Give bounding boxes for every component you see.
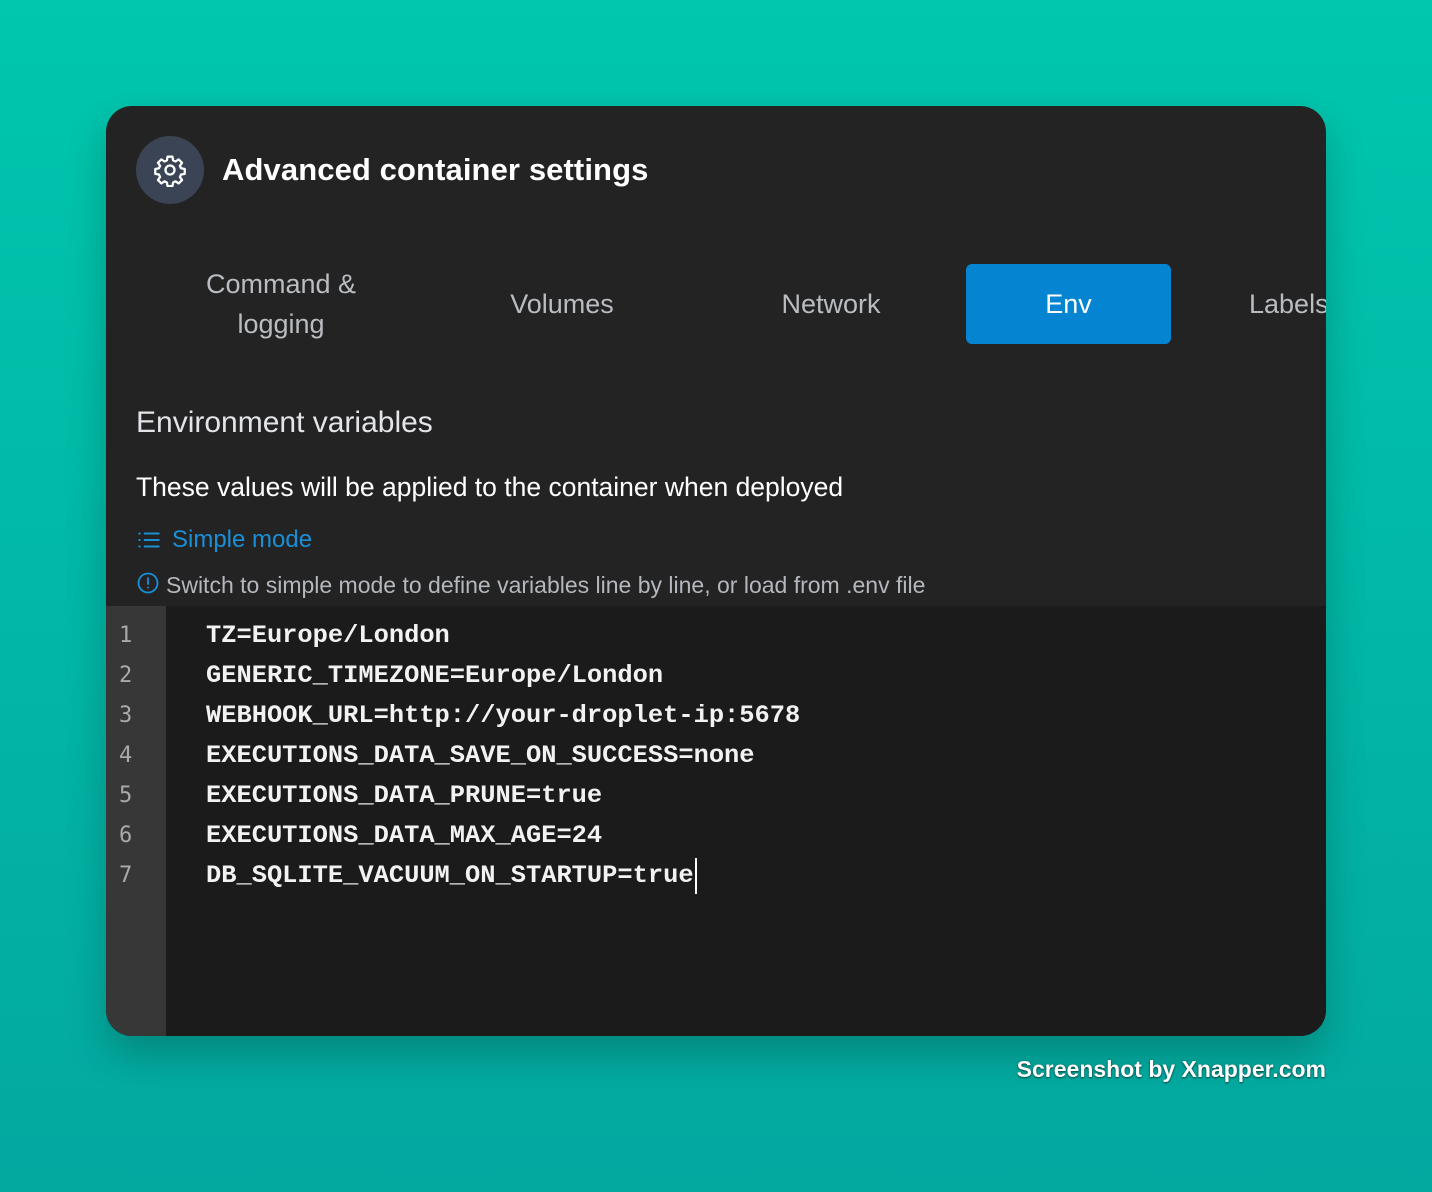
line-number: 6 bbox=[119, 823, 133, 848]
gear-icon bbox=[136, 136, 204, 204]
simple-mode-label: Simple mode bbox=[172, 526, 313, 553]
tab-label: Labels bbox=[1249, 289, 1326, 319]
line-number: 1 bbox=[119, 623, 133, 648]
tab-label: Env bbox=[1045, 289, 1092, 319]
line-number: 4 bbox=[119, 743, 133, 768]
tab-command-logging[interactable]: Command & logging bbox=[176, 264, 386, 344]
code-line-text: EXECUTIONS_DATA_PRUNE=true bbox=[206, 781, 603, 810]
text-cursor bbox=[694, 858, 697, 894]
tab-env[interactable]: Env bbox=[966, 264, 1171, 344]
list-icon bbox=[138, 532, 160, 548]
tab-label: Volumes bbox=[510, 289, 614, 319]
code-line-text: WEBHOOK_URL=http://your-droplet-ip:5678 bbox=[206, 701, 801, 730]
tab-labels[interactable]: Labels bbox=[1249, 264, 1326, 344]
env-code-editor[interactable]: 1 2 3 4 5 6 7 TZ=Europe/London GENERIC_T… bbox=[106, 606, 1326, 1036]
code-line[interactable]: TZ=Europe/London bbox=[206, 616, 1326, 656]
code-line[interactable]: EXECUTIONS_DATA_SAVE_ON_SUCCESS=none bbox=[206, 736, 1326, 776]
simple-mode-link[interactable]: Simple mode bbox=[136, 526, 312, 554]
code-line-text: EXECUTIONS_DATA_SAVE_ON_SUCCESS=none bbox=[206, 741, 755, 770]
code-line-text: DB_SQLITE_VACUUM_ON_STARTUP=true bbox=[206, 861, 694, 890]
code-line[interactable]: EXECUTIONS_DATA_PRUNE=true bbox=[206, 776, 1326, 816]
section-description: These values will be applied to the cont… bbox=[136, 472, 844, 502]
line-number: 5 bbox=[119, 783, 133, 808]
tab-bar: Command & logging Volumes Network Env La… bbox=[106, 264, 1326, 364]
line-number-gutter: 1 2 3 4 5 6 7 bbox=[106, 606, 166, 1036]
line-number: 7 bbox=[119, 863, 133, 888]
advanced-settings-panel: Advanced container settings Command & lo… bbox=[106, 106, 1326, 1036]
code-area[interactable]: TZ=Europe/London GENERIC_TIMEZONE=Europe… bbox=[166, 606, 1326, 1036]
tab-label: Command & logging bbox=[205, 269, 357, 339]
code-line-text: GENERIC_TIMEZONE=Europe/London bbox=[206, 661, 664, 690]
tab-label: Network bbox=[781, 289, 881, 319]
code-line[interactable]: EXECUTIONS_DATA_MAX_AGE=24 bbox=[206, 816, 1326, 856]
panel-header: Advanced container settings bbox=[136, 136, 648, 204]
code-line-text: EXECUTIONS_DATA_MAX_AGE=24 bbox=[206, 821, 603, 850]
line-number: 3 bbox=[119, 703, 133, 728]
page-title: Advanced container settings bbox=[222, 152, 649, 187]
code-line[interactable]: DB_SQLITE_VACUUM_ON_STARTUP=true bbox=[206, 856, 1326, 896]
code-line[interactable]: WEBHOOK_URL=http://your-droplet-ip:5678 bbox=[206, 696, 1326, 736]
hint-text: Switch to simple mode to define variable… bbox=[166, 572, 926, 598]
section-title: Environment variables bbox=[136, 406, 433, 439]
tab-network[interactable]: Network bbox=[746, 264, 916, 344]
tab-volumes[interactable]: Volumes bbox=[476, 264, 648, 344]
line-number: 2 bbox=[119, 663, 133, 688]
watermark-credit: Screenshot by Xnapper.com bbox=[1016, 1056, 1326, 1082]
info-hint: Switch to simple mode to define variable… bbox=[136, 572, 925, 599]
code-line-text: TZ=Europe/London bbox=[206, 621, 450, 650]
info-icon bbox=[137, 572, 159, 593]
code-line[interactable]: GENERIC_TIMEZONE=Europe/London bbox=[206, 656, 1326, 696]
